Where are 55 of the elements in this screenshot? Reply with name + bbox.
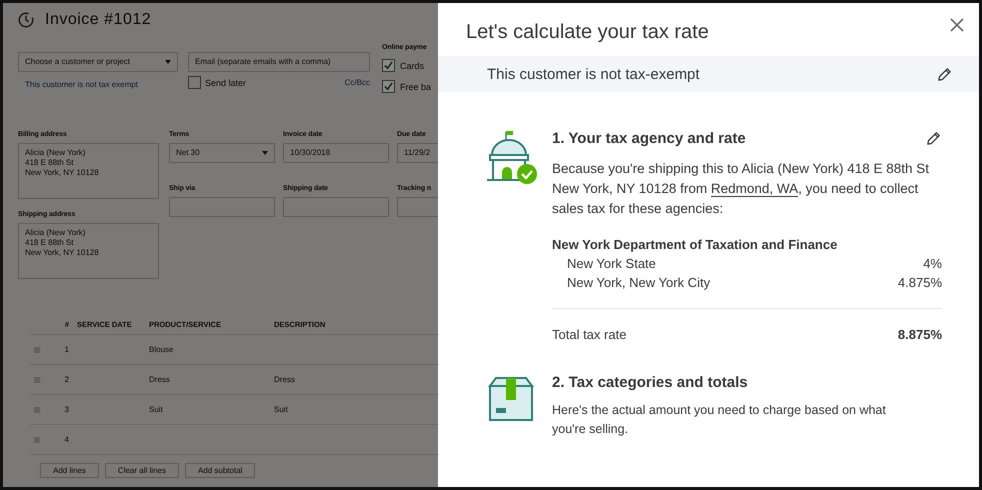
shipping-date-field[interactable]: [283, 197, 389, 217]
jurisdiction-name: New York State: [567, 256, 656, 271]
ship-via-field[interactable]: [169, 197, 275, 217]
total-rate-value: 8.875%: [898, 327, 942, 342]
payment-option-label: Free ba: [400, 82, 432, 92]
section-heading: 1. Your tax agency and rate: [552, 130, 746, 147]
invoice-title: Invoice #1012: [45, 11, 152, 29]
categories-description: Here's the actual amount you need to charge based on what you're selling.: [552, 402, 887, 438]
caret-icon: [165, 60, 171, 64]
table-cell-text: Suit: [274, 405, 289, 414]
shipping-address-field[interactable]: Alicia (New York) 418 E 88th St New York, NY 10128: [18, 223, 159, 279]
table-cell-text: Dress: [149, 375, 171, 384]
payment-checkbox[interactable]: [382, 59, 395, 72]
caret-icon: [262, 151, 268, 155]
table-action-button[interactable]: Add subtotal: [184, 463, 256, 478]
rate-value: 4.875%: [898, 275, 942, 290]
drag-handle-icon[interactable]: [34, 436, 40, 442]
table-action-button[interactable]: Clear all lines: [104, 463, 179, 478]
drag-handle-icon[interactable]: [34, 406, 40, 412]
billing-address-field[interactable]: Alicia (New York) 418 E 88th St New York, NY 10128: [18, 143, 159, 199]
table-cell-text: Suit: [149, 405, 164, 414]
edit-icon[interactable]: [936, 66, 953, 82]
customer-select[interactable]: Choose a customer or project: [18, 52, 178, 72]
drag-handle-icon[interactable]: [34, 376, 40, 382]
drag-handle-icon[interactable]: [34, 346, 40, 352]
edit-icon[interactable]: [925, 130, 942, 147]
table-cell-text: Blouse: [149, 345, 174, 354]
shipping-explanation: Because you're shipping this to Alicia (New York) 418 E 88th St New York, NY 10128 from Redmond, WA, you need to collect sales tax for these agencies:: [552, 160, 930, 218]
payment-option-label: Cards: [400, 60, 424, 70]
tax-exempt-link[interactable]: This customer is not tax exempt: [25, 80, 178, 89]
section-heading: 2. Tax categories and totals: [552, 374, 748, 391]
close-icon[interactable]: [949, 17, 965, 33]
send-later-checkbox[interactable]: [188, 76, 201, 89]
table-cell-text: 3: [64, 405, 70, 414]
payment-checkbox[interactable]: [382, 80, 395, 93]
table-action-button[interactable]: Add lines: [40, 463, 99, 478]
building-check-icon: [484, 128, 538, 186]
email-field[interactable]: Email (separate emails with a comma): [188, 52, 370, 72]
table-cell-text: Dress: [274, 375, 296, 384]
agency-name: New York Department of Taxation and Finance: [552, 237, 838, 252]
panel-title: Let's calculate your tax rate: [466, 21, 709, 44]
history-icon: [17, 11, 35, 29]
cc-bcc-link[interactable]: Cc/Bcc: [344, 78, 370, 87]
table-cell-text: 2: [64, 375, 70, 384]
total-label: Total tax rate: [552, 327, 626, 342]
table-cell-text: 1: [64, 345, 70, 354]
rate-value: 4%: [923, 256, 942, 271]
jurisdiction-name: New York, New York City: [567, 275, 710, 290]
box-icon: [486, 374, 536, 424]
exempt-status-text: This customer is not tax-exempt: [487, 66, 700, 82]
table-cell-text: 4: [64, 435, 70, 444]
origin-link[interactable]: Redmond, WA: [710, 181, 798, 197]
send-later-label: Send later: [205, 78, 246, 88]
invoice-date-field[interactable]: 10/30/2018: [283, 143, 389, 163]
terms-select[interactable]: Net 30: [169, 143, 275, 163]
